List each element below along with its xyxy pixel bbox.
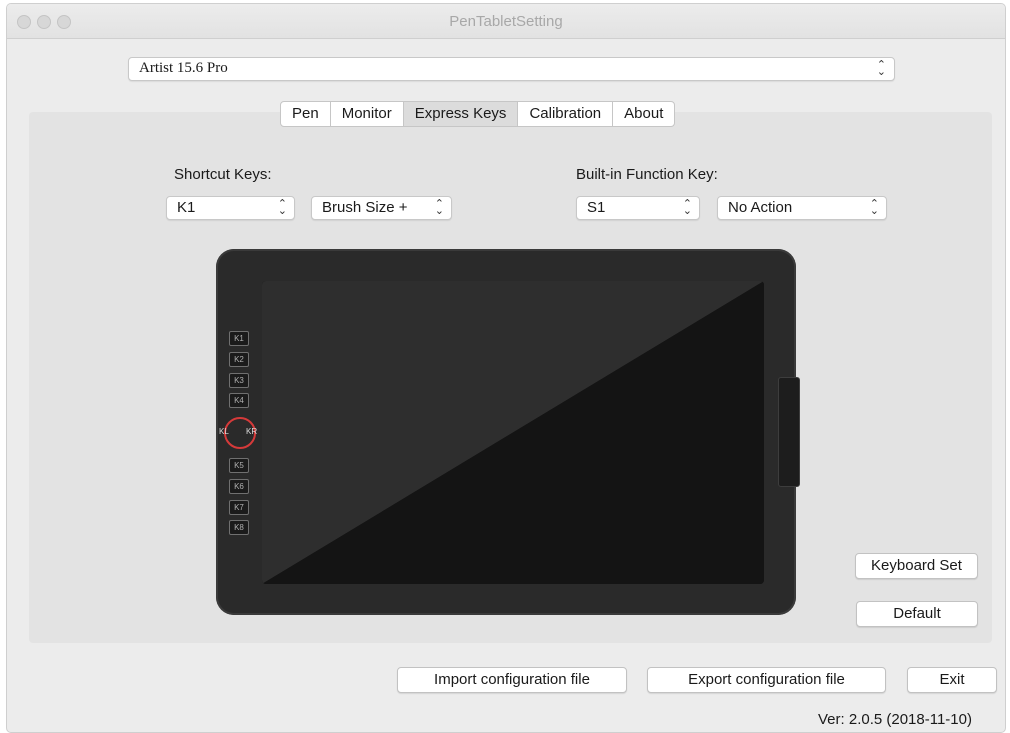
shortcut-key-select[interactable]: K1 ⌃ ⌄ <box>166 196 295 220</box>
express-key-k4[interactable]: K4 <box>229 393 249 408</box>
express-key-k6[interactable]: K6 <box>229 479 249 494</box>
express-key-k2[interactable]: K2 <box>229 352 249 367</box>
tablet-screen <box>262 281 764 584</box>
export-config-button[interactable]: Export configuration file <box>647 667 886 693</box>
updown-chevron-icon: ⌃ ⌄ <box>277 198 287 217</box>
updown-chevron-icon: ⌃ ⌄ <box>876 59 886 78</box>
device-select[interactable]: Artist 15.6 Pro ⌃ ⌄ <box>128 57 895 81</box>
tab-express-keys[interactable]: Express Keys <box>403 102 519 126</box>
express-key-k8[interactable]: K8 <box>229 520 249 535</box>
shortcut-keys-label: Shortcut Keys: <box>174 166 272 183</box>
shortcut-key-value: K1 <box>177 199 196 216</box>
builtin-key-value: S1 <box>587 199 606 216</box>
builtin-action-select[interactable]: No Action ⌃ ⌄ <box>717 196 887 220</box>
dial-left-label[interactable]: KL <box>219 427 229 436</box>
express-key-k7[interactable]: K7 <box>229 500 249 515</box>
tab-pen[interactable]: Pen <box>281 102 331 126</box>
default-button[interactable]: Default <box>856 601 978 627</box>
builtin-action-value: No Action <box>728 199 793 216</box>
exit-button[interactable]: Exit <box>907 667 997 693</box>
shortcut-action-value: Brush Size + <box>322 199 408 216</box>
device-select-value: Artist 15.6 Pro <box>139 60 228 76</box>
updown-chevron-icon: ⌃ ⌄ <box>682 198 692 217</box>
builtin-key-select[interactable]: S1 ⌃ ⌄ <box>576 196 700 220</box>
import-config-button[interactable]: Import configuration file <box>397 667 627 693</box>
tablet-side-panel <box>778 377 800 487</box>
tab-about[interactable]: About <box>613 102 674 126</box>
dial-right-label[interactable]: KR <box>246 427 257 436</box>
tab-monitor[interactable]: Monitor <box>331 102 404 126</box>
keyboard-set-button[interactable]: Keyboard Set <box>855 553 978 579</box>
express-key-k3[interactable]: K3 <box>229 373 249 388</box>
updown-chevron-icon: ⌃ ⌄ <box>869 198 879 217</box>
window-title: PenTabletSetting <box>449 13 563 30</box>
tab-bar: Pen Monitor Express Keys Calibration Abo… <box>280 101 676 127</box>
version-label: Ver: 2.0.5 (2018-11-10) <box>818 711 972 728</box>
tab-calibration[interactable]: Calibration <box>518 102 614 126</box>
updown-chevron-icon: ⌃ ⌄ <box>434 198 444 217</box>
shortcut-action-select[interactable]: Brush Size + ⌃ ⌄ <box>311 196 452 220</box>
builtin-function-key-label: Built-in Function Key: <box>576 166 718 183</box>
express-key-k1[interactable]: K1 <box>229 331 249 346</box>
express-key-k5[interactable]: K5 <box>229 458 249 473</box>
title-bar: PenTabletSetting <box>7 4 1005 39</box>
